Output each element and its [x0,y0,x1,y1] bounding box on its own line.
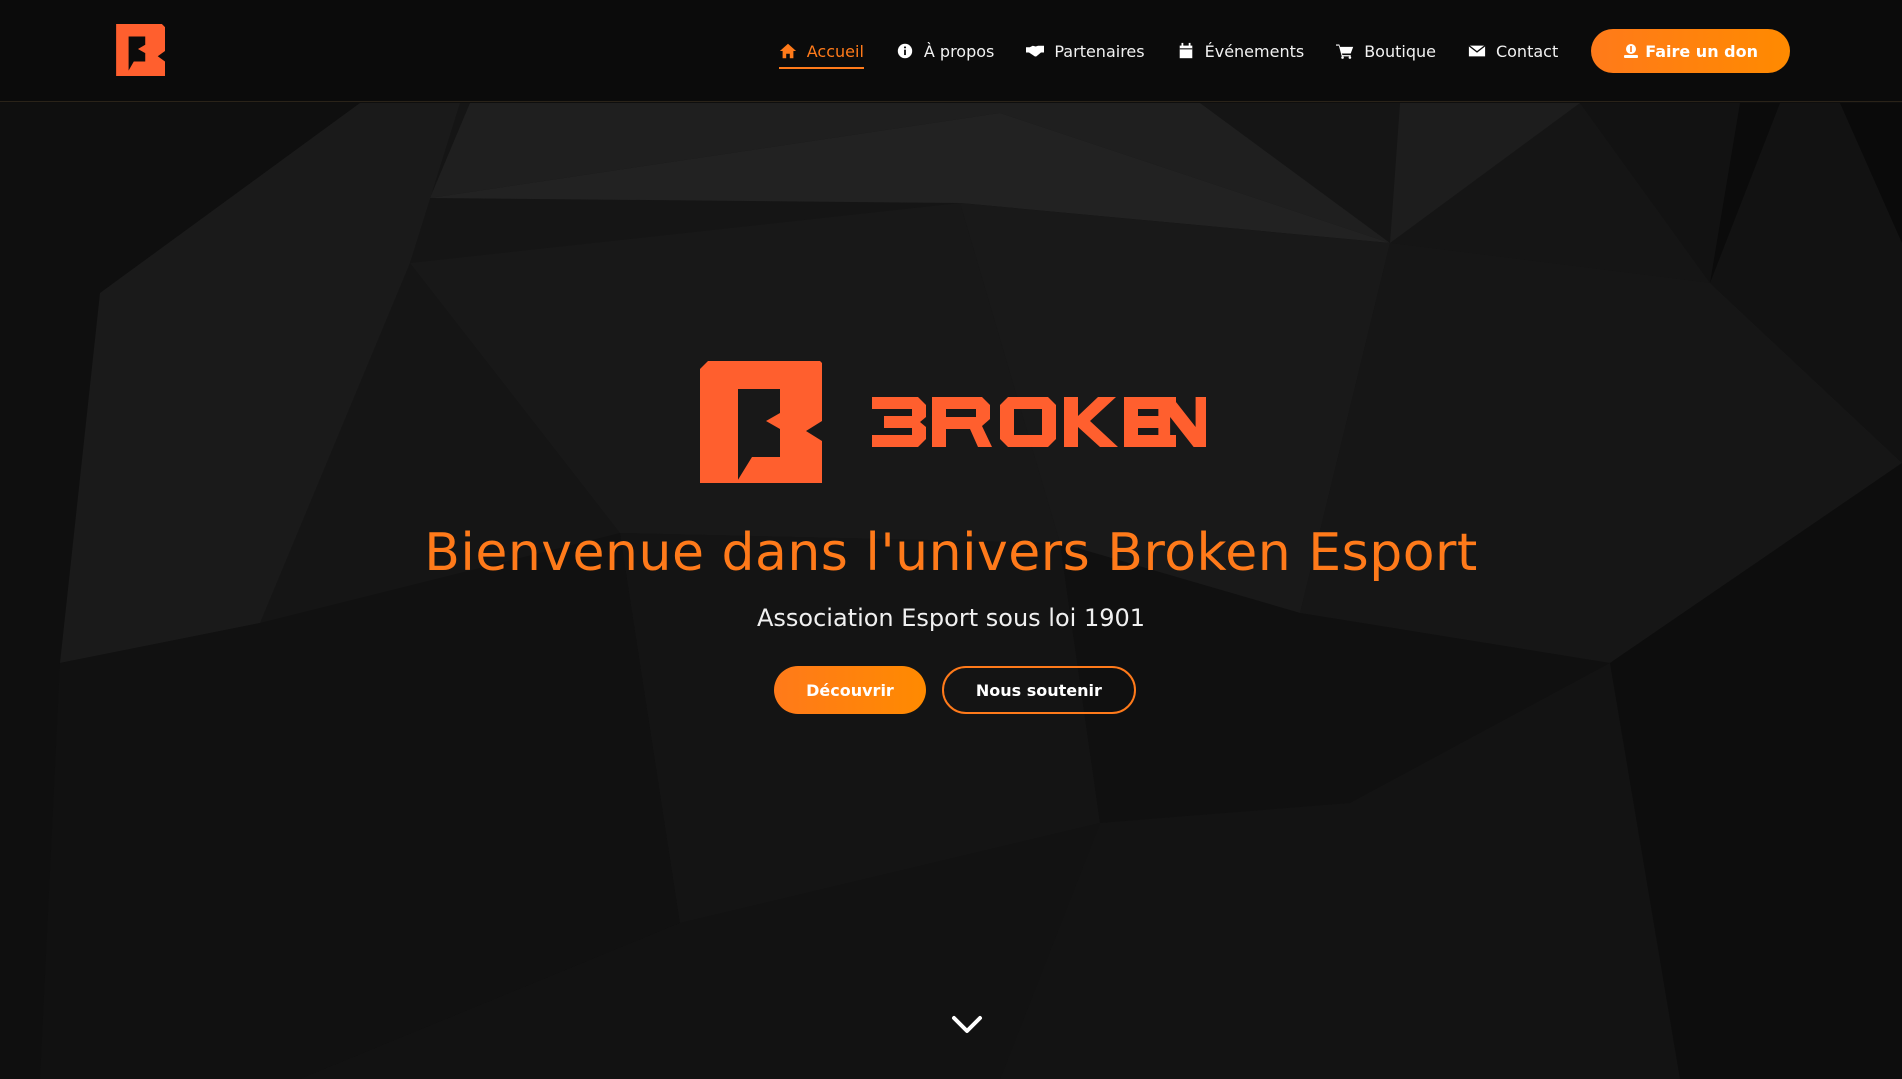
cart-icon [1336,44,1354,59]
nav-item-contact[interactable]: Contact [1468,36,1558,67]
hero-logo [700,361,1206,483]
donate-button[interactable]: Faire un don [1591,29,1790,73]
chevron-down-icon[interactable] [951,1013,983,1037]
nav-item-label: Boutique [1364,41,1436,61]
nous-soutenir-button[interactable]: Nous soutenir [941,666,1136,714]
home-icon [779,43,796,59]
envelope-icon [1468,45,1486,57]
decouvrir-button[interactable]: Découvrir [774,666,926,714]
hero-subtitle: Association Esport sous loi 1901 [756,604,1146,632]
polygon-background [0,103,1902,1079]
nav-item-a-propos[interactable]: À propos [896,36,994,67]
hero-section: Bienvenue dans l'univers Broken Esport A… [0,103,1902,1079]
nav-item-boutique[interactable]: Boutique [1336,36,1436,67]
donate-label: Faire un don [1645,41,1758,61]
nav-item-evenements[interactable]: Événements [1177,36,1305,67]
nav-item-label: Événements [1204,41,1305,61]
nav-item-partenaires[interactable]: Partenaires [1026,36,1145,67]
nav-item-label: À propos [923,41,995,61]
nav-item-label: Partenaires [1054,41,1145,61]
site-header: Accueil À propos Partenaires Événements … [0,0,1902,102]
broken-b-logo-icon[interactable] [113,24,165,76]
nav-item-label: Contact [1495,41,1559,61]
nav-item-label: Accueil [806,41,864,61]
hero-title: Bienvenue dans l'univers Broken Esport [424,523,1478,583]
info-icon [897,43,913,59]
nav-item-accueil[interactable]: Accueil [778,36,865,69]
main-nav: Accueil À propos Partenaires Événements … [778,0,1902,102]
cta-row: Découvrir Nous soutenir [0,666,1902,714]
donate-icon [1624,44,1639,58]
handshake-icon [1026,45,1045,57]
calendar-icon [1179,42,1192,59]
wordmark-broken [872,397,1206,447]
